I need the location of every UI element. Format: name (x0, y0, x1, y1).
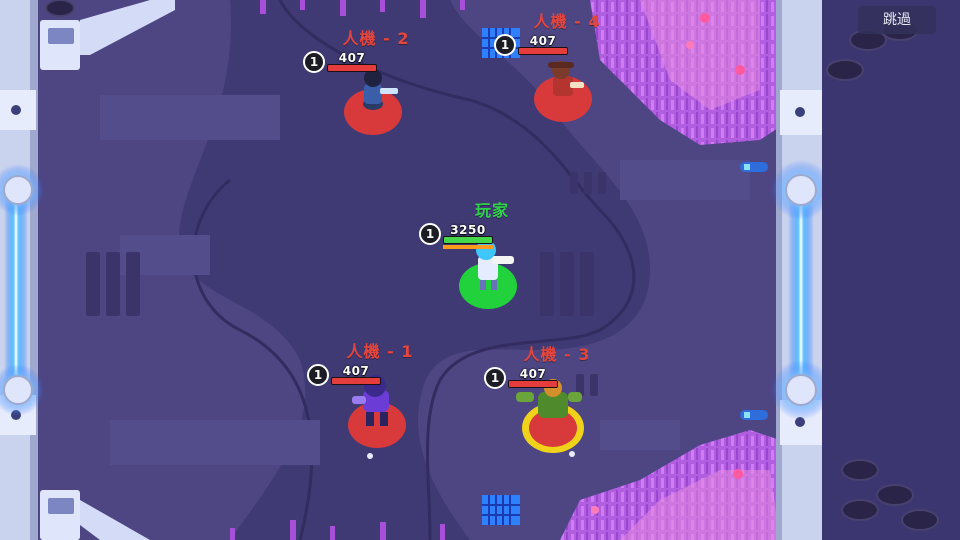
floor-grate-bottom (482, 495, 520, 525)
floor-grate-top (482, 28, 520, 58)
battle-arena (0, 0, 960, 540)
arena-floor (0, 0, 960, 540)
skip-button[interactable]: 跳過 (858, 6, 936, 34)
